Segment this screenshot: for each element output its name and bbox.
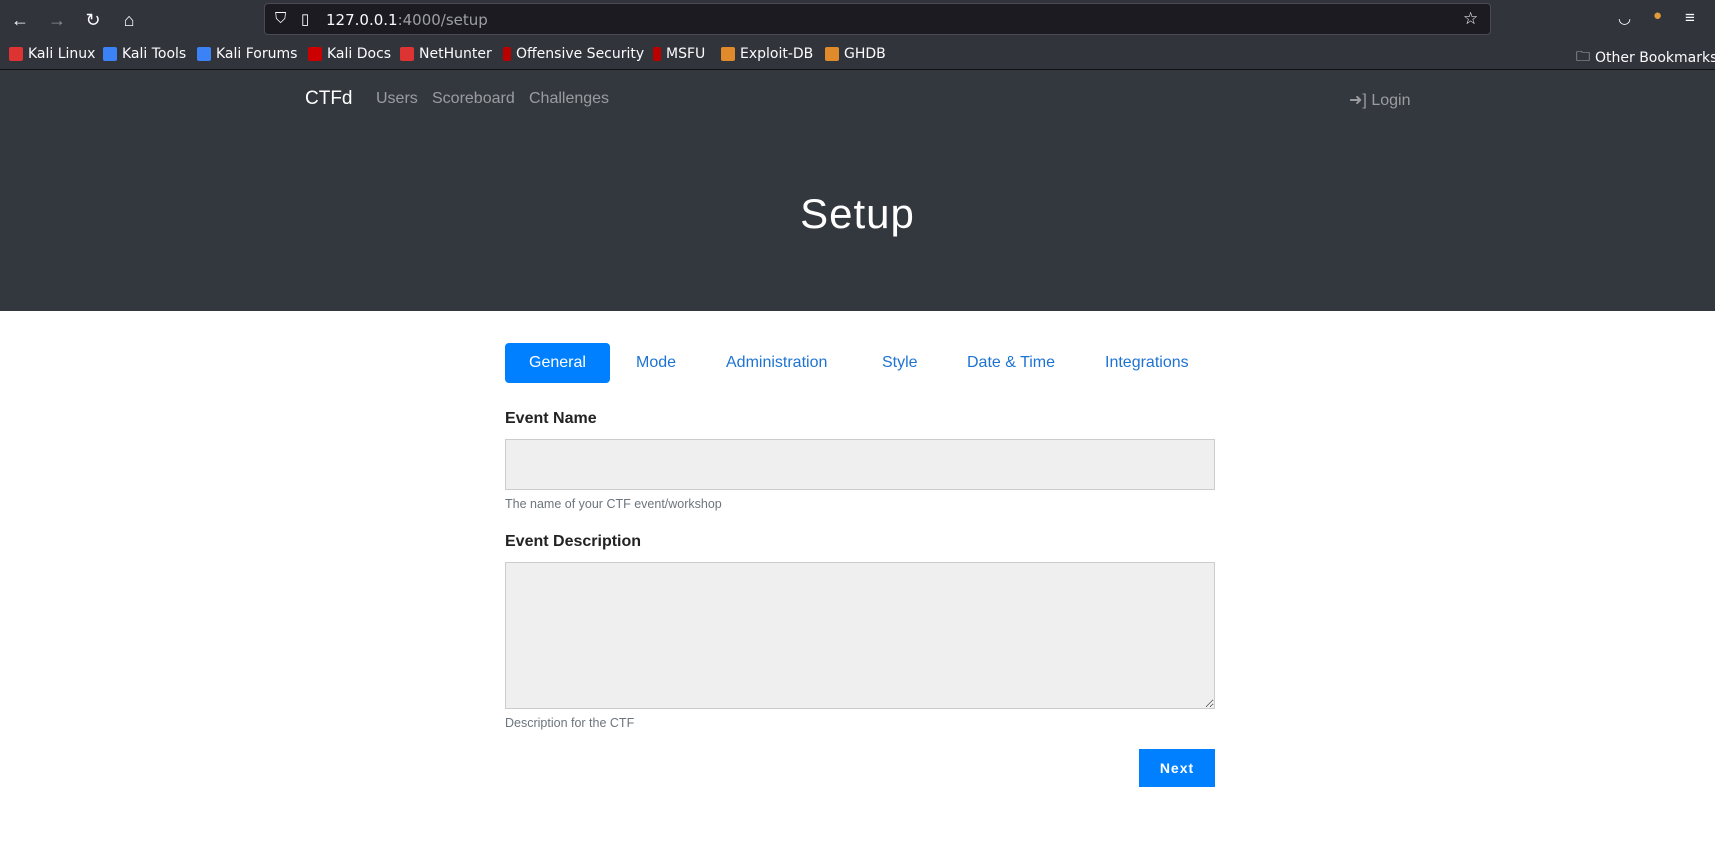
bookmark-exploit-db[interactable]: Exploit-DB	[721, 46, 813, 62]
folder-icon: 🗀	[1576, 49, 1590, 65]
home-icon[interactable]: ⌂	[117, 8, 141, 32]
bookmark-kali-forums[interactable]: Kali Forums	[197, 46, 297, 62]
event-name-help: The name of your CTF event/workshop	[505, 497, 722, 511]
tab-general[interactable]: General	[505, 343, 610, 383]
event-description-label: Event Description	[505, 533, 642, 550]
nav-scoreboard[interactable]: Scoreboard	[432, 90, 515, 108]
pocket-icon[interactable]: ◡	[1618, 9, 1631, 27]
bookmarks-bar: Kali Linux Kali Tools Kali Forums Kali D…	[0, 39, 1715, 70]
url-bar[interactable]: ⛉ ▯ 127.0.0.1:4000/setup ☆	[264, 3, 1491, 35]
ghdb-icon	[825, 47, 839, 61]
kali-forums-icon	[197, 47, 211, 61]
tab-administration[interactable]: Administration	[702, 343, 851, 383]
event-name-input[interactable]	[505, 439, 1215, 490]
bookmark-kali-linux[interactable]: Kali Linux	[9, 46, 95, 62]
bookmark-kali-docs[interactable]: Kali Docs	[308, 46, 391, 62]
next-button[interactable]: Next	[1139, 749, 1215, 787]
nethunter-icon	[400, 47, 414, 61]
extension-icon[interactable]: ●	[1653, 7, 1662, 24]
tab-integrations[interactable]: Integrations	[1081, 343, 1213, 383]
shield-icon: ⛉	[275, 10, 287, 27]
event-description-help: Description for the CTF	[505, 716, 635, 730]
tab-mode[interactable]: Mode	[612, 343, 700, 383]
tab-date-time[interactable]: Date & Time	[943, 343, 1079, 383]
bookmark-nethunter[interactable]: NetHunter	[400, 46, 492, 62]
url-host: 127.0.0.1	[326, 11, 398, 29]
event-description-textarea[interactable]	[505, 562, 1215, 709]
back-icon[interactable]: ←	[8, 8, 32, 32]
reload-icon[interactable]: ↻	[81, 8, 105, 32]
kali-docs-icon	[308, 47, 322, 61]
bookmark-kali-tools[interactable]: Kali Tools	[103, 46, 186, 62]
browser-toolbar: ← → ↻ ⌂ ⛉ ▯ 127.0.0.1:4000/setup ☆ ◡ ● ≡	[0, 0, 1715, 39]
page-icon: ▯	[301, 11, 310, 28]
offsec-icon	[503, 47, 511, 61]
bookmark-star-icon[interactable]: ☆	[1463, 9, 1478, 29]
other-bookmarks[interactable]: 🗀 Other Bookmarks	[1576, 46, 1715, 70]
sign-in-icon: ➜]	[1349, 92, 1367, 109]
bookmark-offensive-security[interactable]: Offensive Security	[503, 46, 644, 62]
forward-icon[interactable]: →	[45, 8, 69, 32]
exploit-db-icon	[721, 47, 735, 61]
bookmark-ghdb[interactable]: GHDB	[825, 46, 886, 62]
kali-icon	[9, 47, 23, 61]
nav-login[interactable]: ➜] Login	[1349, 90, 1410, 110]
event-name-label: Event Name	[505, 410, 597, 427]
tab-style[interactable]: Style	[858, 343, 942, 383]
browser-chrome: ← → ↻ ⌂ ⛉ ▯ 127.0.0.1:4000/setup ☆ ◡ ● ≡…	[0, 0, 1715, 70]
kali-tools-icon	[103, 47, 117, 61]
bookmark-msfu[interactable]: MSFU	[653, 46, 705, 62]
nav-users[interactable]: Users	[376, 90, 418, 108]
nav-challenges[interactable]: Challenges	[529, 90, 609, 108]
page-title: Setup	[800, 190, 915, 237]
msfu-icon	[653, 47, 661, 61]
url-path: :4000/setup	[397, 11, 488, 29]
menu-icon[interactable]: ≡	[1685, 8, 1695, 28]
brand-link[interactable]: CTFd	[305, 88, 353, 110]
